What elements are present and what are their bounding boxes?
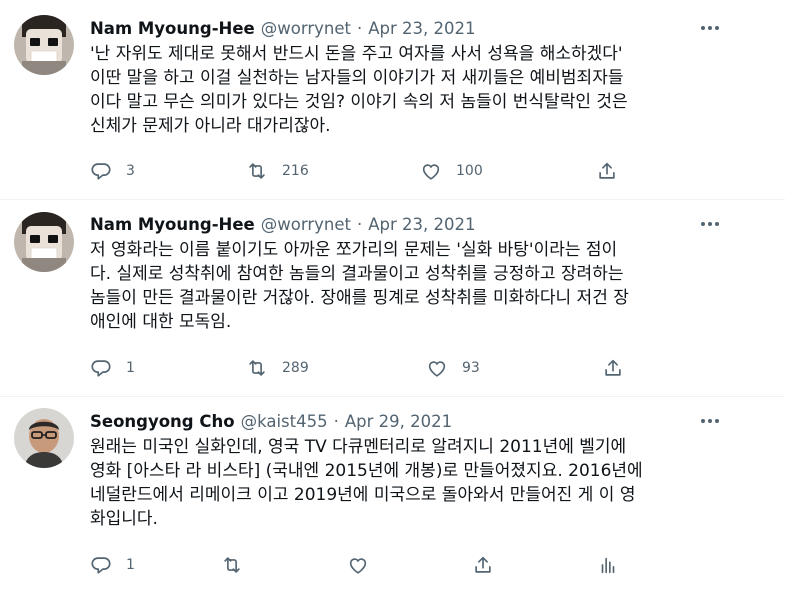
analytics-button[interactable] <box>597 551 619 579</box>
avatar[interactable] <box>14 15 74 75</box>
like-icon <box>428 361 446 377</box>
retweet-button[interactable]: 216 <box>246 157 309 185</box>
tweet-date[interactable]: Apr 23, 2021 <box>368 19 475 38</box>
like-icon <box>349 558 367 574</box>
share-button[interactable] <box>596 157 618 185</box>
more-icon[interactable] <box>696 214 724 234</box>
like-button[interactable]: 93 <box>426 354 480 382</box>
tweet-text: '난 자위도 제대로 못해서 반드시 돈을 주고 여자를 사서 성욕을 해소하겠… <box>90 42 730 138</box>
tweet-text-line: 영화 [아스타 라 비스타] (국내엔 2015년에 개봉)로 만들어졌지요. … <box>90 461 643 481</box>
reply-button[interactable]: 1 <box>90 354 135 382</box>
retweet-count: 216 <box>282 163 309 179</box>
reply-count: 3 <box>126 163 135 179</box>
tweet-text-line: 신체가 문제가 아니라 대가리잖아. <box>90 116 331 136</box>
like-icon <box>422 164 440 180</box>
tweet-text: 저 영화라는 이름 붙이기도 아까운 쪼가리의 문제는 '실화 바탕'이라는 점… <box>90 238 730 334</box>
author-name[interactable]: Nam Myoung-Hee <box>90 215 255 234</box>
retweet-count: 289 <box>282 360 309 376</box>
avatar[interactable] <box>14 212 74 272</box>
share-button[interactable] <box>602 354 624 382</box>
more-icon[interactable] <box>696 411 724 431</box>
tweet-text-line: 다. 실제로 성착취에 참여한 놈들의 결과물이고 성착취를 긍정하고 장려하는 <box>90 264 624 284</box>
author-name[interactable]: Nam Myoung-Hee <box>90 19 255 38</box>
tweet[interactable]: Seongyong Cho @kaist455 · Apr 29, 2021 원… <box>0 397 785 596</box>
author-name[interactable]: Seongyong Cho <box>90 412 235 431</box>
more-icon[interactable] <box>696 18 724 38</box>
retweet-button[interactable] <box>221 551 243 579</box>
share-icon <box>475 556 491 573</box>
retweet-button[interactable]: 289 <box>246 354 309 382</box>
author-handle[interactable]: @kaist455 <box>241 412 328 431</box>
reply-icon <box>91 163 111 180</box>
like-button[interactable]: 100 <box>420 157 483 185</box>
tweet-text-line: 이다 말고 무슨 의미가 있다는 것임? 이야기 속의 저 놈들이 번식탈락인 … <box>90 92 628 112</box>
avatar[interactable] <box>14 408 74 468</box>
tweet-text-line: 애인에 대한 모독임. <box>90 312 232 332</box>
like-count: 100 <box>456 163 483 179</box>
tweet-text-line: 화입니다. <box>90 509 158 529</box>
author-handle[interactable]: @worrynet <box>261 215 351 234</box>
tweet-date[interactable]: Apr 23, 2021 <box>368 215 475 234</box>
reply-button[interactable]: 3 <box>90 157 135 185</box>
separator-dot: · <box>333 411 339 431</box>
share-button[interactable] <box>472 551 494 579</box>
tweet[interactable]: Nam Myoung-Hee @worrynet · Apr 23, 2021 … <box>0 200 785 396</box>
tweet-text: 원래는 미국인 실화인데, 영국 TV 다큐멘터리로 알려지니 2011년에 벨… <box>90 435 730 531</box>
reply-icon <box>91 360 111 377</box>
tweet-text-line: 저 영화라는 이름 붙이기도 아까운 쪼가리의 문제는 '실화 바탕'이라는 점… <box>90 240 618 260</box>
like-count: 93 <box>462 360 480 376</box>
tweet[interactable]: Nam Myoung-Hee @worrynet · Apr 23, 2021 … <box>0 0 785 199</box>
reply-icon <box>91 557 111 574</box>
like-button[interactable] <box>347 551 369 579</box>
author-handle[interactable]: @worrynet <box>261 19 351 38</box>
share-icon <box>605 359 621 376</box>
retweet-icon <box>249 360 265 376</box>
tweet-date[interactable]: Apr 29, 2021 <box>345 412 452 431</box>
retweet-icon <box>249 163 265 179</box>
reply-count: 1 <box>126 360 135 376</box>
analytics-icon <box>601 557 615 574</box>
separator-dot: · <box>356 18 363 38</box>
tweet-text-line: '난 자위도 제대로 못해서 반드시 돈을 주고 여자를 사서 성욕을 해소하겠… <box>90 44 623 64</box>
reply-count: 1 <box>126 557 135 573</box>
share-icon <box>599 162 615 179</box>
tweet-text-line: 이딴 말을 하고 이걸 실천하는 남자들의 이야기가 저 새끼들은 예비범죄자들 <box>90 68 624 88</box>
separator-dot: · <box>356 214 363 234</box>
retweet-icon <box>224 557 240 573</box>
tweet-text-line: 네덜란드에서 리메이크 이고 2019년에 미국으로 돌아와서 만들어진 게 이… <box>90 485 636 505</box>
tweet-text-line: 놈들이 만든 결과물이란 거잖아. 장애를 핑계로 성착취를 미화하다니 저건 … <box>90 288 629 308</box>
reply-button[interactable]: 1 <box>90 551 135 579</box>
tweet-text-line: 원래는 미국인 실화인데, 영국 TV 다큐멘터리로 알려지니 2011년에 벨… <box>90 437 627 457</box>
